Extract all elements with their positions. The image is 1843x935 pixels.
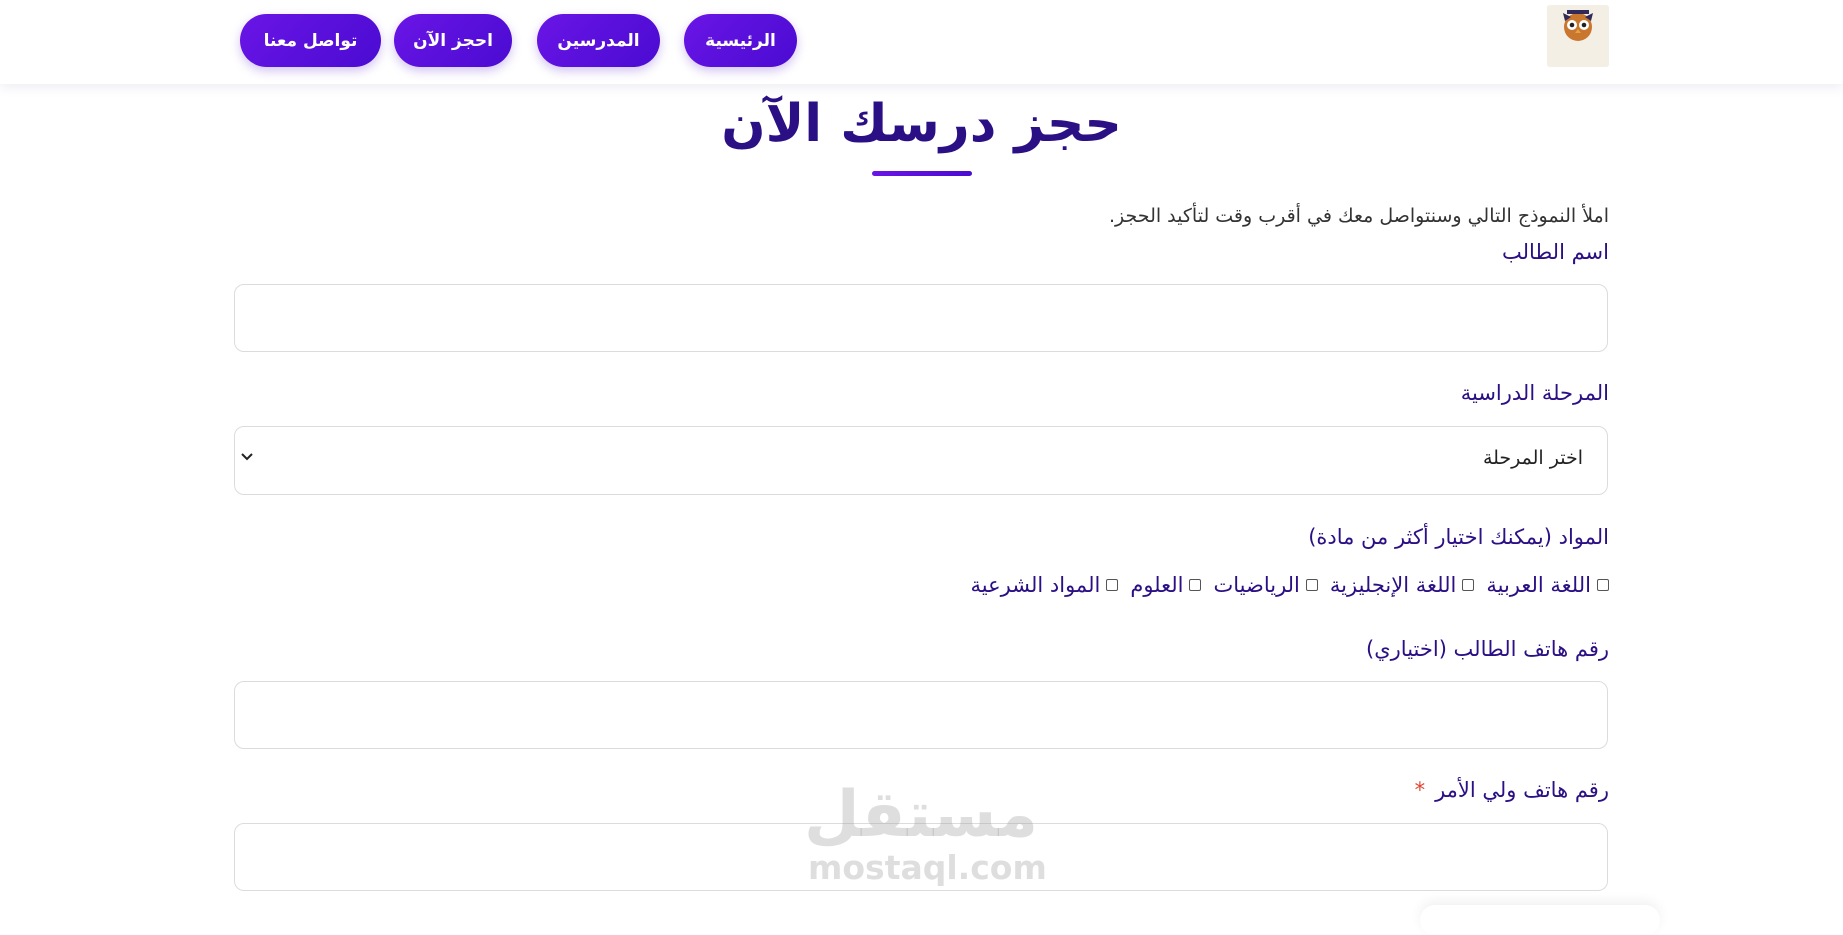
- subject-math-checkbox[interactable]: [1305, 579, 1318, 591]
- watermark-arabic: مستقل: [803, 778, 1038, 852]
- subject-islamic-option[interactable]: المواد الشرعية: [971, 573, 1119, 597]
- subject-english-label: اللغة الإنجليزية: [1329, 573, 1457, 597]
- subject-science-label: العلوم: [1130, 573, 1184, 597]
- top-navbar: الرئيسية المدرسين احجز الآن تواصل معنا: [0, 0, 1843, 84]
- subjects-checkbox-group: اللغة العربية اللغة الإنجليزية الرياضيات…: [959, 573, 1609, 597]
- student-name-input[interactable]: [234, 284, 1608, 352]
- site-logo[interactable]: [1547, 5, 1609, 67]
- nav-home-button[interactable]: الرئيسية: [684, 14, 797, 67]
- subject-english-option[interactable]: اللغة الإنجليزية: [1329, 573, 1475, 597]
- chevron-down-icon: [241, 453, 253, 461]
- page-title: حجز درسك الآن: [721, 94, 1122, 154]
- subject-arabic-label: اللغة العربية: [1486, 573, 1591, 597]
- nav-contact-button[interactable]: تواصل معنا: [240, 14, 381, 67]
- subject-science-option[interactable]: العلوم: [1130, 573, 1202, 597]
- guardian-phone-label: رقم هاتف ولي الأمر: [1435, 778, 1609, 802]
- stage-select-value: اختر المرحلة: [1482, 447, 1583, 469]
- title-underline: [872, 171, 972, 176]
- watermark-latin: mostaql.com: [808, 848, 1047, 887]
- subject-islamic-checkbox[interactable]: [1106, 579, 1119, 591]
- nav-book-now-button[interactable]: احجز الآن: [394, 14, 512, 67]
- subject-english-checkbox[interactable]: [1462, 579, 1475, 591]
- stage-select[interactable]: اختر المرحلة: [234, 426, 1608, 495]
- stage-label: المرحلة الدراسية: [1460, 381, 1609, 405]
- student-name-label: اسم الطالب: [1502, 240, 1609, 264]
- owl-logo-icon: [1547, 5, 1609, 67]
- subjects-label: المواد (يمكنك اختيار أكثر من مادة): [1308, 525, 1609, 549]
- watermark: مستقل mostaql.com: [803, 778, 1047, 887]
- subject-science-checkbox[interactable]: [1189, 579, 1202, 591]
- subject-math-option[interactable]: الرياضيات: [1213, 573, 1318, 597]
- guardian-phone-label-row: رقم هاتف ولي الأمر *: [1415, 778, 1609, 802]
- required-asterisk: *: [1414, 778, 1426, 802]
- subject-math-label: الرياضيات: [1213, 573, 1300, 597]
- subject-arabic-option[interactable]: اللغة العربية: [1486, 573, 1609, 597]
- subject-islamic-label: المواد الشرعية: [970, 573, 1101, 597]
- student-phone-label: رقم هاتف الطالب (اختياري): [1366, 637, 1609, 661]
- nav-teachers-button[interactable]: المدرسين: [537, 14, 660, 67]
- bottom-floating-element: [1420, 905, 1660, 935]
- form-intro-text: املأ النموذج التالي وسنتواصل معك في أقرب…: [1109, 205, 1609, 227]
- student-phone-input[interactable]: [234, 681, 1608, 749]
- subject-arabic-checkbox[interactable]: [1597, 579, 1609, 591]
